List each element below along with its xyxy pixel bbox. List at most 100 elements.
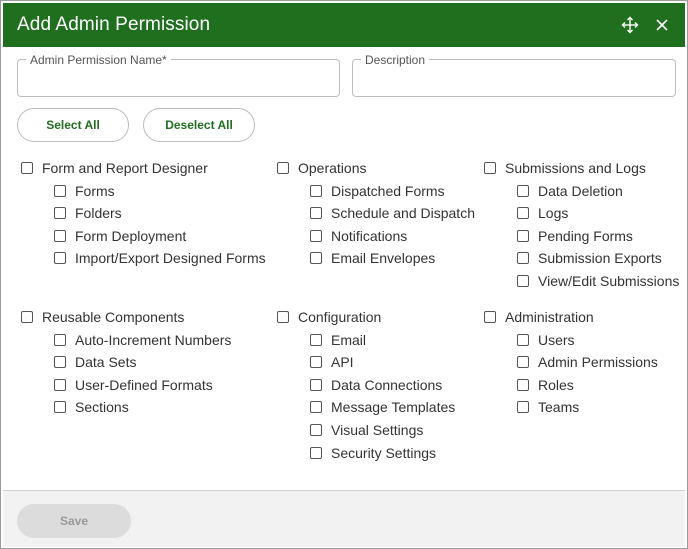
group-checkbox-reusable-components[interactable]: Reusable Components (21, 308, 184, 326)
permission-checkbox-email-envelopes[interactable]: Email Envelopes (310, 249, 435, 267)
group-checkbox-configuration[interactable]: Configuration (277, 308, 381, 326)
checkbox-box[interactable] (310, 333, 322, 346)
checkbox-box[interactable] (277, 311, 289, 323)
checkbox-box[interactable] (310, 378, 322, 391)
permission-checkbox-data-sets[interactable]: Data Sets (54, 353, 136, 371)
permission-label: Data Deletion (538, 182, 623, 199)
permission-checkbox-import-export-designed-forms[interactable]: Import/Export Designed Forms (54, 249, 266, 267)
permission-label: Visual Settings (331, 422, 424, 438)
permission-label: Dispatched Forms (331, 182, 445, 199)
permission-checkbox-pending-forms[interactable]: Pending Forms (517, 227, 633, 245)
permission-label: User-Defined Formats (75, 376, 213, 393)
checkbox-box[interactable] (484, 311, 496, 323)
group-checkbox-administration[interactable]: Administration (484, 308, 594, 326)
checkbox-box[interactable] (54, 207, 66, 220)
group-checkbox-form-and-report-designer[interactable]: Form and Report Designer (21, 159, 208, 177)
dialog-footer: Save (3, 490, 685, 547)
description-input[interactable] (353, 60, 675, 96)
move-arrows-icon[interactable] (621, 16, 639, 34)
permission-label: Email Envelopes (331, 250, 436, 267)
permission-checkbox-email[interactable]: Email (310, 331, 366, 349)
group-checkbox-operations[interactable]: Operations (277, 159, 366, 177)
permission-checkbox-sections[interactable]: Sections (54, 398, 129, 416)
group-label: Submissions and Logs (505, 160, 646, 176)
permission-label: Admin Permissions (538, 354, 658, 371)
checkbox-box[interactable] (517, 333, 529, 346)
group-checkbox-submissions-and-logs[interactable]: Submissions and Logs (484, 159, 646, 177)
permission-checkbox-teams[interactable]: Teams (517, 398, 579, 416)
admin-permission-name-field: Admin Permission Name* (17, 54, 340, 97)
checkbox-box[interactable] (54, 378, 66, 391)
permission-checkbox-notifications[interactable]: Notifications (310, 227, 407, 245)
permission-checkbox-schedule-and-dispatch[interactable]: Schedule and Dispatch (310, 204, 475, 222)
save-button[interactable]: Save (17, 504, 131, 538)
permission-checkbox-submission-exports[interactable]: Submission Exports (517, 249, 662, 267)
permission-checkbox-folders[interactable]: Folders (54, 204, 122, 222)
checkbox-box[interactable] (21, 162, 33, 174)
permission-label: API (331, 354, 354, 371)
permission-label: Data Sets (75, 354, 137, 371)
checkbox-box[interactable] (310, 424, 322, 436)
permission-checkbox-message-templates[interactable]: Message Templates (310, 398, 455, 416)
add-admin-permission-dialog: Add Admin Permission Admin Permission Na… (0, 0, 688, 549)
checkbox-box[interactable] (277, 162, 289, 174)
permission-checkbox-view-edit-submissions[interactable]: View/Edit Submissions (517, 272, 679, 290)
permission-label: Pending Forms (538, 227, 633, 244)
permission-checkbox-user-defined-formats[interactable]: User-Defined Formats (54, 376, 213, 394)
permission-label: Import/Export Designed Forms (75, 250, 266, 267)
checkbox-box[interactable] (310, 446, 322, 459)
checkbox-box[interactable] (517, 275, 529, 287)
checkbox-box[interactable] (54, 252, 66, 265)
permission-checkbox-admin-permissions[interactable]: Admin Permissions (517, 353, 658, 371)
permission-label: Forms (75, 182, 115, 199)
permission-label: Schedule and Dispatch (331, 205, 475, 222)
group-label: Form and Report Designer (42, 160, 208, 176)
checkbox-box[interactable] (310, 207, 322, 220)
permission-label: Email (331, 331, 367, 348)
checkbox-box[interactable] (517, 378, 529, 391)
checkbox-box[interactable] (310, 184, 322, 197)
select-all-button[interactable]: Select All (17, 108, 129, 142)
permission-label: Auto-Increment Numbers (75, 331, 232, 348)
checkbox-box[interactable] (54, 184, 66, 197)
checkbox-box[interactable] (54, 229, 66, 242)
checkbox-box[interactable] (517, 207, 529, 220)
permission-checkbox-forms[interactable]: Forms (54, 182, 115, 200)
checkbox-box[interactable] (517, 401, 529, 414)
permission-checkbox-dispatched-forms[interactable]: Dispatched Forms (310, 182, 445, 200)
permission-checkbox-visual-settings[interactable]: Visual Settings (310, 421, 423, 439)
checkbox-box[interactable] (517, 252, 529, 265)
admin-permission-name-input[interactable] (18, 60, 339, 96)
permission-checkbox-data-deletion[interactable]: Data Deletion (517, 182, 623, 200)
permission-label: Security Settings (331, 444, 437, 461)
deselect-all-button[interactable]: Deselect All (143, 108, 255, 142)
permission-label: Message Templates (331, 399, 456, 416)
permission-label: Users (538, 331, 575, 348)
dialog-titlebar: Add Admin Permission (3, 3, 685, 47)
permission-checkbox-form-deployment[interactable]: Form Deployment (54, 227, 186, 245)
permission-checkbox-roles[interactable]: Roles (517, 376, 574, 394)
checkbox-box[interactable] (310, 229, 322, 242)
permission-checkbox-auto-increment-numbers[interactable]: Auto-Increment Numbers (54, 331, 231, 349)
checkbox-box[interactable] (54, 356, 66, 369)
permission-checkbox-security-settings[interactable]: Security Settings (310, 444, 436, 462)
checkbox-box[interactable] (484, 162, 496, 174)
checkbox-box[interactable] (310, 252, 322, 265)
checkbox-box[interactable] (54, 333, 66, 346)
close-icon[interactable] (653, 16, 671, 34)
checkbox-box[interactable] (517, 356, 529, 369)
checkbox-box[interactable] (310, 356, 322, 369)
permission-checkbox-data-connections[interactable]: Data Connections (310, 376, 442, 394)
checkbox-box[interactable] (21, 311, 33, 323)
permission-label: View/Edit Submissions (538, 273, 680, 289)
group-label: Configuration (298, 309, 382, 325)
checkbox-box[interactable] (310, 401, 322, 414)
permission-label: Form Deployment (75, 227, 187, 244)
permission-checkbox-users[interactable]: Users (517, 331, 575, 349)
permission-label: Sections (75, 399, 129, 416)
permission-checkbox-api[interactable]: API (310, 353, 354, 371)
checkbox-box[interactable] (517, 229, 529, 242)
checkbox-box[interactable] (54, 401, 66, 414)
permission-checkbox-logs[interactable]: Logs (517, 204, 568, 222)
checkbox-box[interactable] (517, 184, 529, 197)
